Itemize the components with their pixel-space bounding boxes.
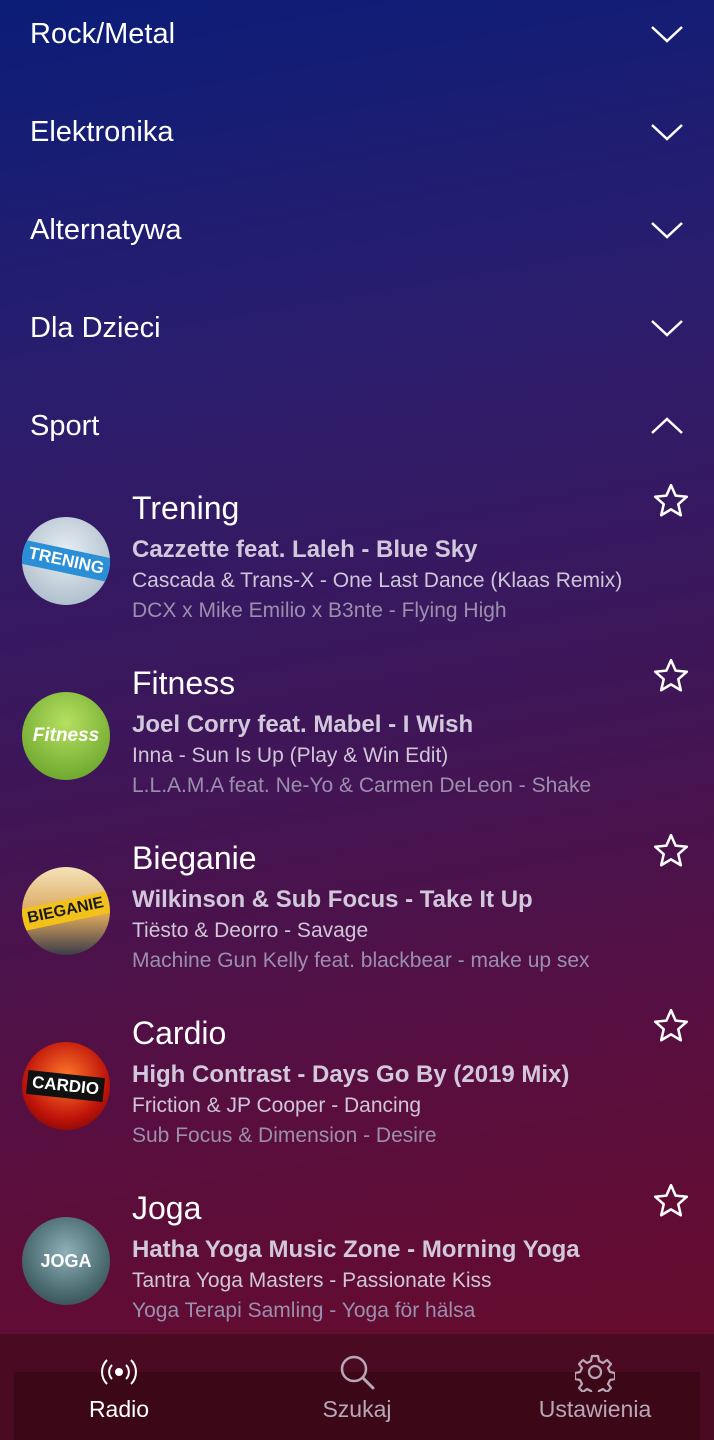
station-logo: TRENING: [22, 517, 110, 605]
favorite-star-icon[interactable]: [652, 1007, 690, 1045]
category-sport[interactable]: Sport: [0, 377, 714, 475]
category-rock-metal[interactable]: Rock/Metal: [0, 0, 714, 83]
nav-label: Ustawienia: [538, 1396, 652, 1422]
nav-search[interactable]: Szukaj: [238, 1334, 476, 1440]
category-dla-dzieci[interactable]: Dla Dzieci: [0, 279, 714, 377]
station-name: Bieganie: [132, 840, 257, 876]
favorite-star-icon[interactable]: [652, 657, 690, 695]
station-fitness[interactable]: Fitness Fitness Joel Corry feat. Mabel -…: [0, 655, 714, 830]
chevron-down-icon: [651, 124, 683, 141]
station-name: Joga: [132, 1190, 202, 1226]
previous-track: Friction & JP Cooper - Dancing: [132, 1094, 422, 1117]
previous-track: Tantra Yoga Masters - Passionate Kiss: [132, 1269, 492, 1292]
station-logo: BIEGANIE: [22, 867, 110, 955]
chevron-down-icon: [651, 26, 683, 43]
category-alternatywa[interactable]: Alternatywa: [0, 181, 714, 279]
nav-settings[interactable]: Ustawienia: [476, 1334, 714, 1440]
nav-label: Szukaj: [322, 1396, 392, 1422]
station-name: Fitness: [132, 665, 236, 701]
now-playing: Wilkinson & Sub Focus - Take It Up: [132, 886, 533, 913]
nav-label: Radio: [88, 1396, 150, 1422]
search-icon: [340, 1355, 375, 1390]
favorite-star-icon[interactable]: [652, 1182, 690, 1220]
station-logo-text: JOGA: [40, 1250, 92, 1271]
older-track: DCX x Mike Emilio x B3nte - Flying High: [132, 599, 507, 622]
nav-radio[interactable]: Radio: [0, 1334, 238, 1440]
station-name: Cardio: [132, 1015, 227, 1051]
bottom-navigation: Radio Szukaj Ustawienia: [0, 1334, 714, 1440]
previous-track: Tiësto & Deorro - Savage: [132, 919, 369, 942]
previous-track: Inna - Sun Is Up (Play & Win Edit): [132, 744, 449, 767]
favorite-star-icon[interactable]: [652, 832, 690, 870]
station-bieganie[interactable]: BIEGANIE Bieganie Wilkinson & Sub Focus …: [0, 830, 714, 1005]
older-track: Sub Focus & Dimension - Desire: [132, 1124, 437, 1147]
now-playing: Joel Corry feat. Mabel - I Wish: [132, 711, 474, 738]
now-playing: Hatha Yoga Music Zone - Morning Yoga: [132, 1236, 580, 1263]
chevron-up-icon: [651, 417, 683, 434]
chevron-down-icon: [651, 320, 683, 337]
station-trening[interactable]: TRENING Trening Cazzette feat. Laleh - B…: [0, 480, 714, 655]
category-label: Elektronika: [30, 115, 174, 148]
chevron-down-icon: [651, 222, 683, 239]
station-logo-text: BIEGANIE: [22, 891, 110, 931]
favorite-star-icon[interactable]: [652, 482, 690, 520]
older-track: Machine Gun Kelly feat. blackbear - make…: [132, 949, 590, 972]
station-logo: Fitness: [22, 692, 110, 780]
now-playing: Cazzette feat. Laleh - Blue Sky: [132, 536, 478, 563]
now-playing: High Contrast - Days Go By (2019 Mix): [132, 1061, 570, 1088]
older-track: L.L.A.M.A feat. Ne-Yo & Carmen DeLeon - …: [132, 774, 592, 797]
older-track: Yoga Terapi Samling - Yoga för hälsa: [132, 1299, 476, 1322]
category-label: Rock/Metal: [30, 17, 176, 50]
gear-icon: [575, 1354, 615, 1392]
category-label: Alternatywa: [30, 213, 182, 246]
station-name: Trening: [132, 490, 240, 526]
station-logo-text: Fitness: [32, 725, 100, 746]
category-label: Sport: [30, 409, 100, 442]
station-joga[interactable]: JOGA Joga Hatha Yoga Music Zone - Mornin…: [0, 1180, 714, 1355]
station-logo-text: TRENING: [22, 540, 110, 582]
category-label: Dla Dzieci: [30, 311, 161, 344]
station-logo: JOGA: [22, 1217, 110, 1305]
station-logo-text: CARDIO: [26, 1070, 106, 1102]
radio-broadcast-icon: [101, 1359, 137, 1385]
station-cardio[interactable]: CARDIO Cardio High Contrast - Days Go By…: [0, 1005, 714, 1180]
category-elektronika[interactable]: Elektronika: [0, 83, 714, 181]
station-logo: CARDIO: [22, 1042, 110, 1130]
previous-track: Cascada & Trans-X - One Last Dance (Klaa…: [132, 569, 623, 592]
